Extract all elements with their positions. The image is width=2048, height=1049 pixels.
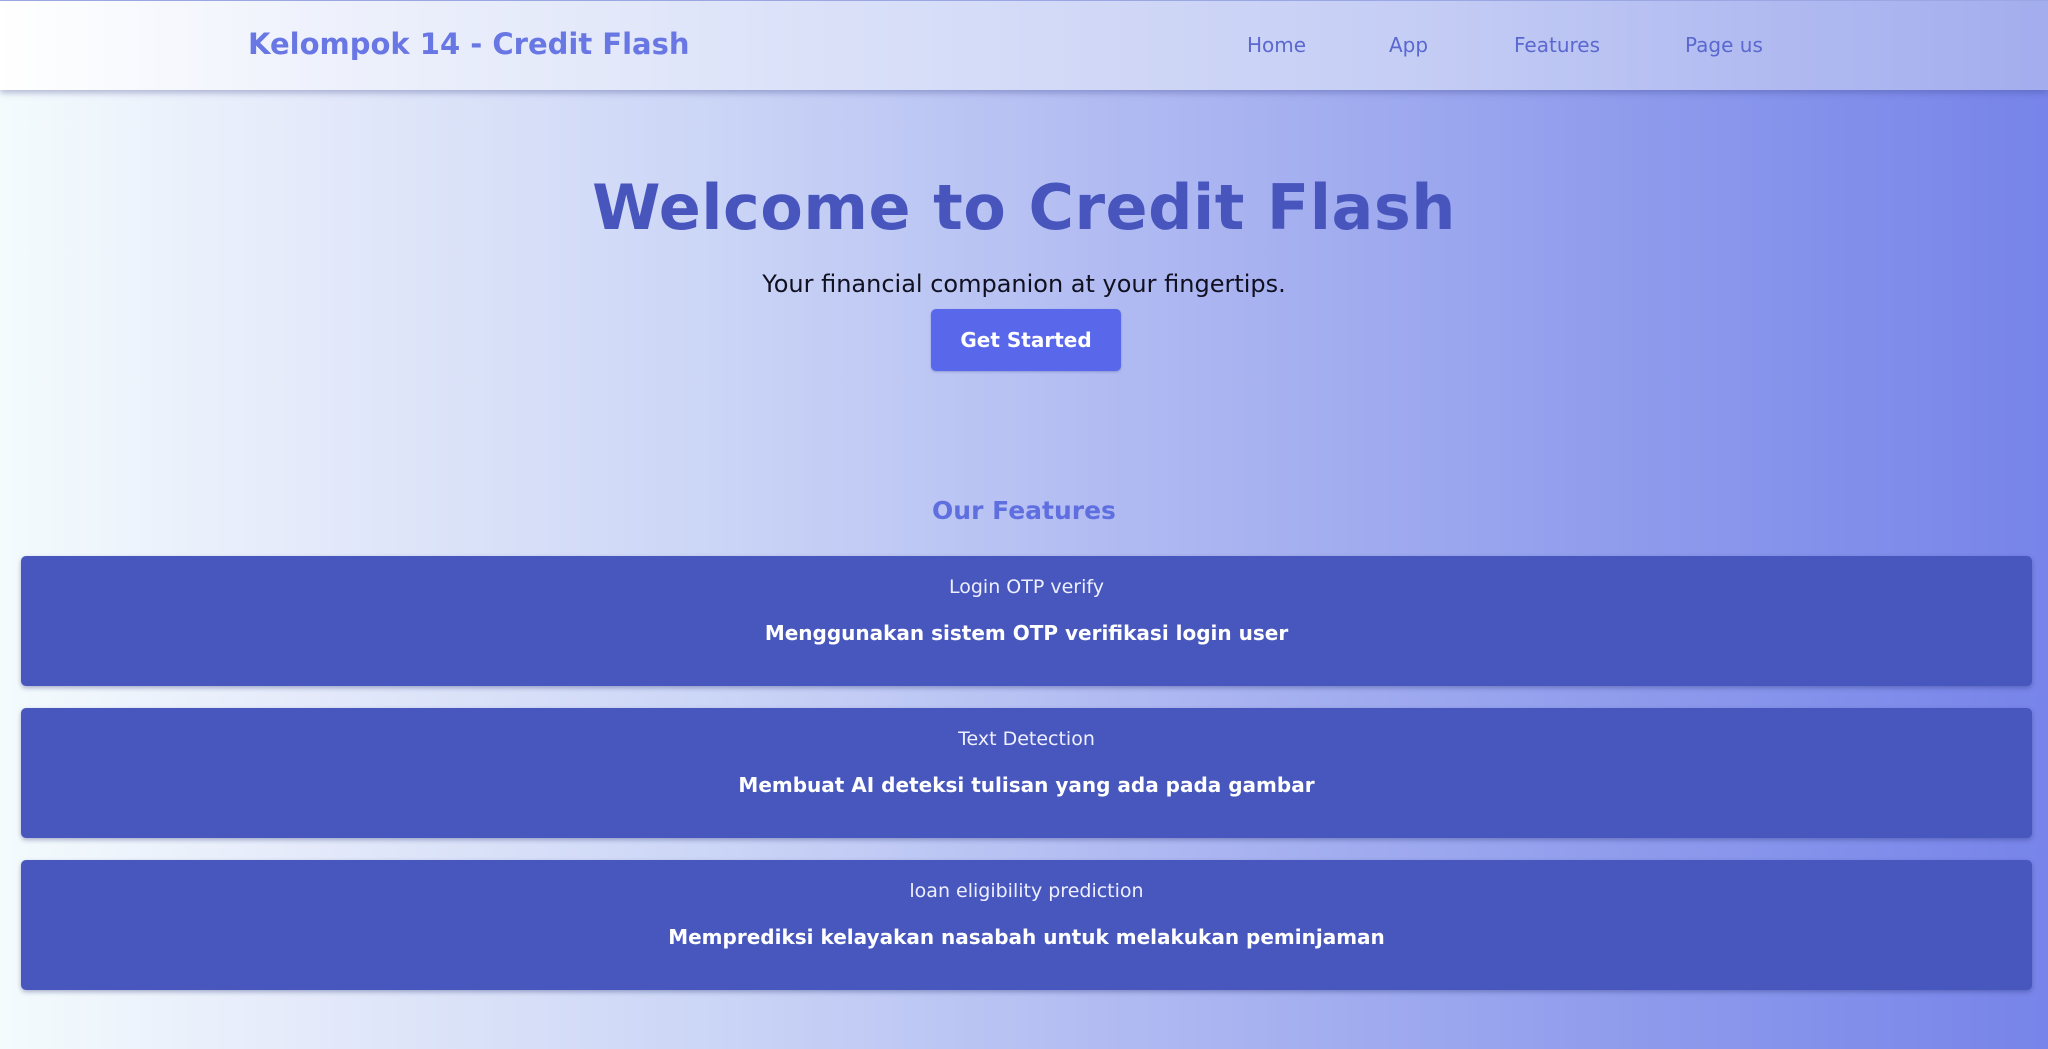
nav-link-page-us[interactable]: Page us: [1685, 33, 1763, 57]
feature-card-otp: Login OTP verify Menggunakan sistem OTP …: [21, 556, 2032, 686]
hero-subtitle: Your financial companion at your fingert…: [762, 270, 1286, 298]
feature-card-title: Login OTP verify: [949, 576, 1104, 598]
features-heading: Our Features: [932, 496, 1116, 525]
nav-link-features[interactable]: Features: [1514, 33, 1600, 57]
hero-title: Welcome to Credit Flash: [592, 171, 1456, 244]
nav-link-app[interactable]: App: [1389, 33, 1428, 57]
get-started-button[interactable]: Get Started: [931, 309, 1121, 371]
top-navbar: Kelompok 14 - Credit Flash Home App Feat…: [0, 0, 2048, 90]
brand-logo-text[interactable]: Kelompok 14 - Credit Flash: [248, 27, 690, 61]
feature-card-description: Memprediksi kelayakan nasabah untuk mela…: [668, 925, 1385, 949]
feature-card-title: loan eligibility prediction: [909, 880, 1144, 902]
feature-card-title: Text Detection: [958, 728, 1095, 750]
feature-card-text-detection: Text Detection Membuat AI deteksi tulisa…: [21, 708, 2032, 838]
feature-card-description: Membuat AI deteksi tulisan yang ada pada…: [738, 773, 1315, 797]
feature-card-description: Menggunakan sistem OTP verifikasi login …: [764, 621, 1289, 645]
feature-card-loan-prediction: loan eligibility prediction Memprediksi …: [21, 860, 2032, 990]
nav-link-home[interactable]: Home: [1247, 33, 1306, 57]
